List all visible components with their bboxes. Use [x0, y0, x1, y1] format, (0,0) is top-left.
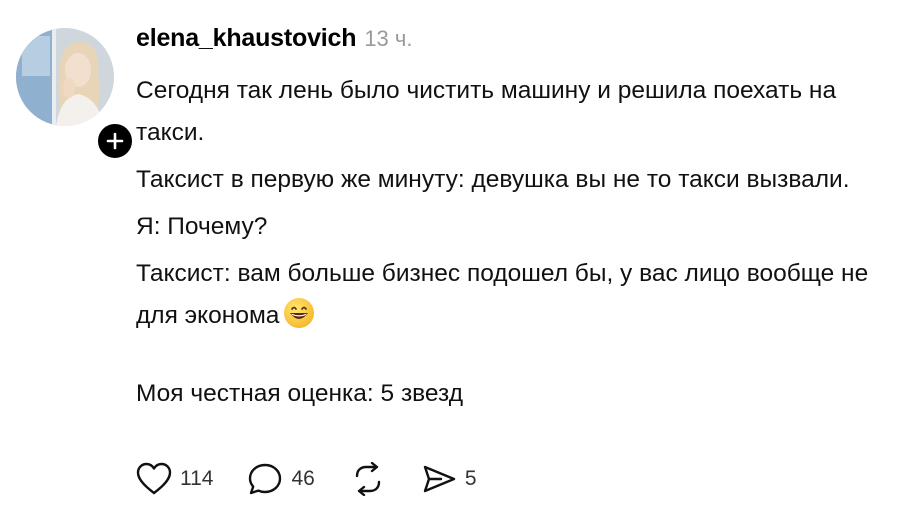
- post-paragraph: Таксист в первую же минуту: девушка вы н…: [136, 166, 850, 193]
- repost-button[interactable]: [349, 462, 387, 496]
- like-button[interactable]: 114: [136, 462, 213, 496]
- grinning-face-emoji: [283, 297, 315, 343]
- send-icon: [423, 465, 456, 493]
- post-content: elena_khaustovich 13 ч. Сегодня так лень…: [136, 24, 876, 420]
- avatar-container[interactable]: [16, 28, 136, 162]
- post-timestamp: 13 ч.: [364, 26, 413, 51]
- reply-button[interactable]: 46: [247, 462, 315, 496]
- username[interactable]: elena_khaustovich: [136, 24, 357, 53]
- post-paragraph: Сегодня так лень было чистить машину и р…: [136, 77, 837, 146]
- follow-button[interactable]: [94, 120, 136, 162]
- reply-count: 46: [291, 467, 315, 490]
- share-count: 5: [464, 467, 477, 490]
- like-count: 114: [180, 467, 214, 490]
- post-paragraph-with-emoji: Таксист: вам больше бизнес подошел бы, у…: [136, 253, 876, 343]
- post-rating-text: Моя честная оценка: 5 звезд: [136, 380, 463, 407]
- post-body: Сегодня так лень было чистить машину и р…: [136, 70, 876, 415]
- post: elena_khaustovich 13 ч. Сегодня так лень…: [0, 0, 900, 518]
- repost-icon: [355, 462, 381, 496]
- speech-bubble-icon: [249, 463, 282, 495]
- action-bar: 114 46 5: [136, 462, 511, 496]
- share-button[interactable]: 5: [421, 462, 477, 496]
- plus-icon: [106, 132, 124, 150]
- heart-icon: [136, 462, 172, 495]
- avatar[interactable]: [16, 28, 114, 126]
- post-paragraph: Я: Почему?: [136, 213, 268, 240]
- post-paragraph-text: Таксист: вам больше бизнес подошел бы, у…: [136, 260, 869, 329]
- post-header: elena_khaustovich 13 ч.: [136, 24, 876, 60]
